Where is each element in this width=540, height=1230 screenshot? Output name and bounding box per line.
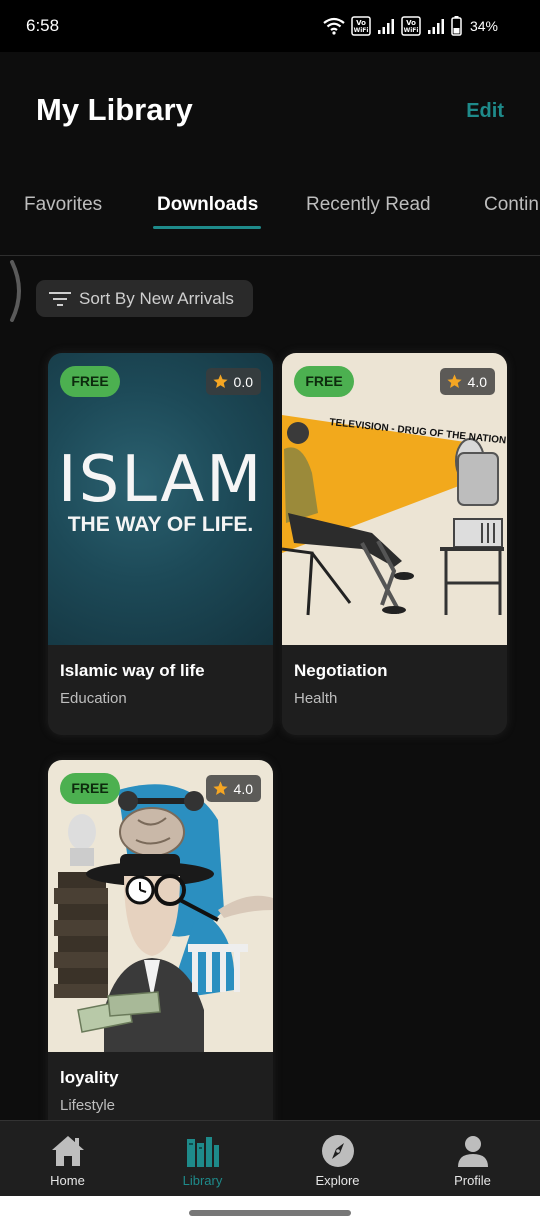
- svg-text:WiFi: WiFi: [404, 27, 419, 34]
- volte-icon: Vo WiFi: [351, 16, 371, 36]
- nav-label: Library: [182, 1173, 223, 1188]
- library-tabs: Favorites Downloads Recently Read Contin: [0, 170, 540, 256]
- book-category: Health: [294, 690, 338, 707]
- nav-item-home[interactable]: Home: [0, 1121, 135, 1197]
- rating-badge: 0.0: [205, 368, 261, 395]
- compass-icon: [321, 1135, 354, 1167]
- page-title: My Library: [36, 92, 193, 127]
- book-card[interactable]: ISLAM THE WAY OF LIFE. FREE 0.0 Islamic …: [48, 353, 273, 735]
- profile-icon: [457, 1136, 488, 1167]
- status-bar: 6:58 Vo WiFi Vo WiFi 34%: [0, 0, 540, 52]
- active-tab-indicator: [153, 226, 261, 229]
- rating-value: 4.0: [467, 373, 487, 390]
- book-title: Islamic way of life: [60, 661, 205, 680]
- gesture-area: [0, 1196, 540, 1230]
- nav-label: Explore: [315, 1173, 360, 1188]
- nav-label: Profile: [454, 1173, 491, 1188]
- tab-favorites[interactable]: Favorites: [24, 194, 102, 216]
- signal-icon: [377, 19, 394, 34]
- book-info: Islamic way of life Education: [48, 645, 273, 735]
- book-title: Negotiation: [294, 661, 388, 680]
- bottom-navigation: Home Library Explore Profile: [0, 1120, 540, 1196]
- sort-label: Sort By New Arrivals: [79, 288, 234, 308]
- book-card[interactable]: TELEVISION - DRUG OF THE NATION FREE 4.0…: [282, 353, 507, 735]
- rating-badge: 4.0: [205, 775, 261, 802]
- edge-swipe-indicator: [10, 260, 21, 322]
- tab-continue[interactable]: Contin: [484, 194, 539, 216]
- book-category: Education: [60, 690, 127, 707]
- svg-text:Vo: Vo: [356, 19, 366, 27]
- header: My Library Edit: [0, 52, 540, 170]
- edit-button[interactable]: Edit: [466, 100, 504, 123]
- nav-item-profile[interactable]: Profile: [405, 1121, 540, 1197]
- rating-value: 4.0: [233, 780, 253, 797]
- gesture-handle[interactable]: [189, 1210, 351, 1216]
- star-icon: [446, 374, 462, 389]
- home-icon: [51, 1136, 84, 1166]
- free-badge: FREE: [60, 366, 120, 397]
- star-icon: [212, 374, 228, 389]
- battery-icon: [451, 16, 462, 36]
- sort-button[interactable]: Sort By New Arrivals: [36, 280, 253, 317]
- book-card[interactable]: FREE 4.0 loyality Lifestyle: [48, 760, 273, 1142]
- sort-icon: [49, 291, 71, 306]
- free-badge: FREE: [60, 773, 120, 804]
- cover-title-text: ISLAM: [57, 443, 264, 517]
- tab-recently-read[interactable]: Recently Read: [306, 194, 431, 216]
- tab-downloads[interactable]: Downloads: [157, 194, 258, 216]
- wifi-icon: [323, 17, 345, 35]
- nav-label: Home: [50, 1173, 85, 1188]
- library-icon: [186, 1137, 219, 1167]
- book-info: Negotiation Health: [282, 645, 507, 735]
- signal-icon: [427, 19, 444, 34]
- svg-text:Vo: Vo: [406, 19, 416, 27]
- battery-percentage: 34%: [469, 18, 498, 34]
- nav-item-explore[interactable]: Explore: [270, 1121, 405, 1197]
- volte-icon: Vo WiFi: [401, 16, 421, 36]
- nav-item-library[interactable]: Library: [135, 1121, 270, 1197]
- cover-subtitle-text: THE WAY OF LIFE.: [67, 513, 254, 536]
- free-badge: FREE: [294, 366, 354, 397]
- book-title: loyality: [60, 1068, 119, 1087]
- star-icon: [212, 781, 228, 796]
- book-category: Lifestyle: [60, 1097, 116, 1114]
- rating-badge: 4.0: [439, 368, 495, 395]
- rating-value: 0.0: [233, 373, 253, 390]
- status-icons: Vo WiFi Vo WiFi 34%: [323, 14, 498, 38]
- status-time: 6:58: [26, 16, 60, 35]
- svg-text:WiFi: WiFi: [354, 27, 369, 34]
